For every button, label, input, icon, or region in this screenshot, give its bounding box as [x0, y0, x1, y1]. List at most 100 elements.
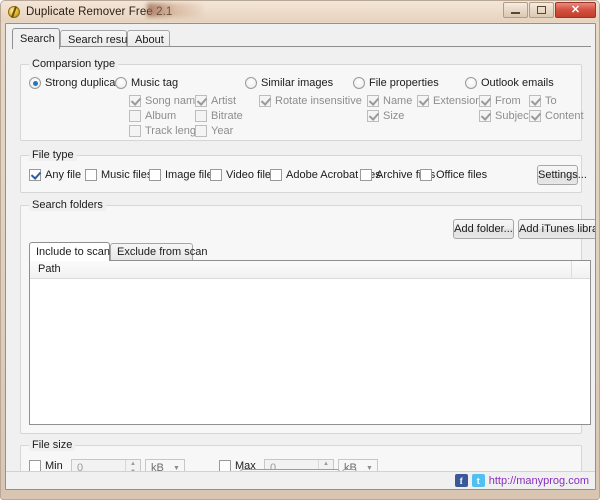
window-controls: ✕: [503, 2, 596, 18]
comparison-type-title: Comparsion type: [29, 58, 119, 70]
radio-indicator: [115, 77, 127, 89]
close-icon: ✕: [570, 3, 581, 16]
checkbox-any-file[interactable]: Any file: [29, 169, 81, 181]
radio-similar-images[interactable]: Similar images: [245, 77, 333, 89]
checkbox-to[interactable]: To: [529, 95, 557, 107]
checkbox-indicator: [360, 169, 372, 181]
paths-listbox[interactable]: Path: [29, 260, 591, 425]
checkbox-year[interactable]: Year: [195, 125, 233, 137]
checkbox-indicator: [29, 169, 41, 181]
checkbox-label: Song name: [145, 95, 202, 107]
checkbox-from[interactable]: From: [479, 95, 521, 107]
checkbox-label: Content: [545, 110, 584, 122]
checkbox-bitrate[interactable]: Bitrate: [195, 110, 243, 122]
column-header-path[interactable]: Path: [30, 261, 572, 278]
file-type-title: File type: [29, 149, 77, 161]
radio-outlook-emails[interactable]: Outlook emails: [465, 77, 554, 89]
checkbox-album[interactable]: Album: [129, 110, 176, 122]
checkbox-label: Office files: [436, 169, 488, 181]
checkbox-content[interactable]: Content: [529, 110, 584, 122]
maximize-button[interactable]: [529, 2, 554, 18]
title-bar-overlay-artifact: [147, 3, 203, 17]
radio-indicator: [29, 77, 41, 89]
checkbox-indicator: [367, 95, 379, 107]
checkbox-name[interactable]: Name: [367, 95, 412, 107]
subtab-include-to-scan[interactable]: Include to scan: [29, 242, 110, 261]
search-folders-title: Search folders: [29, 199, 106, 211]
checkbox-label: Video files: [226, 169, 277, 181]
comparison-type-group: Comparsion type Strong duplicate Music t…: [20, 58, 584, 141]
checkbox-label: Artist: [211, 95, 237, 107]
column-header-spare: [572, 261, 590, 278]
checkbox-label: Subject: [495, 110, 532, 122]
checkbox-label: Bitrate: [211, 110, 243, 122]
radio-label: Outlook emails: [481, 77, 554, 89]
tab-search[interactable]: Search: [12, 28, 60, 49]
checkbox-indicator: [259, 95, 271, 107]
checkbox-image-files[interactable]: Image files: [149, 169, 218, 181]
checkbox-label: Album: [145, 110, 177, 122]
facebook-icon[interactable]: f: [454, 474, 468, 487]
application-window: Duplicate Remover Free 2.1 ✕ Search Sear…: [0, 0, 600, 500]
checkbox-extension[interactable]: Extension: [417, 95, 481, 107]
settings-button[interactable]: Settings...: [537, 165, 587, 185]
paths-list-header: Path: [30, 261, 590, 279]
radio-indicator: [245, 77, 257, 89]
status-bar: f t http://manyprog.com: [6, 471, 595, 489]
title-bar: Duplicate Remover Free 2.1 ✕: [1, 1, 599, 22]
checkbox-rotate-insensitive[interactable]: Rotate insensitive: [259, 95, 362, 107]
radio-music-tag[interactable]: Music tag: [115, 77, 178, 89]
checkbox-label: Any file: [45, 169, 82, 181]
checkbox-indicator: [129, 95, 141, 107]
checkbox-track-length[interactable]: Track length: [129, 125, 205, 137]
checkbox-indicator: [367, 110, 379, 122]
checkbox-music-files[interactable]: Music files: [85, 169, 152, 181]
checkbox-indicator: [529, 110, 541, 122]
checkbox-video-files[interactable]: Video files: [210, 169, 277, 181]
checkbox-indicator: [195, 125, 207, 137]
checkbox-subject[interactable]: Subject: [479, 110, 532, 122]
checkbox-label: Size: [383, 110, 405, 122]
add-itunes-library-button[interactable]: Add iTunes library: [518, 219, 595, 239]
file-size-title: File size: [29, 439, 76, 451]
checkbox-label: Extension: [433, 95, 482, 107]
search-folders-group: Search folders Add folder... Add iTunes …: [20, 199, 595, 434]
radio-label: Similar images: [261, 77, 334, 89]
checkbox-label: To: [545, 95, 557, 107]
search-panel: Comparsion type Strong duplicate Music t…: [12, 47, 595, 483]
checkbox-indicator: [195, 95, 207, 107]
spinner-up-icon[interactable]: ▲: [319, 460, 333, 468]
checkbox-song-name[interactable]: Song name: [129, 95, 201, 107]
checkbox-label: Year: [211, 125, 234, 137]
checkbox-indicator: [270, 169, 282, 181]
add-folder-button[interactable]: Add folder...: [453, 219, 514, 239]
checkbox-artist[interactable]: Artist: [195, 95, 236, 107]
radio-file-properties[interactable]: File properties: [353, 77, 439, 89]
minimize-icon: [511, 11, 520, 14]
checkbox-indicator: [149, 169, 161, 181]
checkbox-indicator: [420, 169, 432, 181]
checkbox-indicator: [129, 110, 141, 122]
close-button[interactable]: ✕: [555, 2, 596, 18]
radio-strong-duplicate[interactable]: Strong duplicate: [29, 77, 125, 89]
spinner-up-icon[interactable]: ▲: [126, 460, 140, 468]
app-disc-icon: [7, 5, 21, 19]
paths-list-body[interactable]: [30, 279, 590, 424]
file-type-group: File type Any file Music files Image fil…: [20, 149, 587, 193]
checkbox-indicator: [479, 110, 491, 122]
tabstrip-divider: [12, 46, 591, 47]
client-area: Search Search result About Comparsion ty…: [5, 23, 596, 490]
checkbox-size[interactable]: Size: [367, 110, 404, 122]
checkbox-label: Music files: [101, 169, 153, 181]
website-link[interactable]: http://manyprog.com: [489, 475, 589, 487]
radio-label: File properties: [369, 77, 439, 89]
subtab-exclude-from-scan[interactable]: Exclude from scan: [110, 243, 207, 260]
checkbox-indicator: [417, 95, 429, 107]
checkbox-office-files[interactable]: Office files: [420, 169, 487, 181]
maximize-icon: [537, 6, 546, 14]
checkbox-indicator: [479, 95, 491, 107]
checkbox-label: Name: [383, 95, 413, 107]
twitter-icon[interactable]: t: [471, 474, 485, 487]
checkbox-label: From: [495, 95, 521, 107]
minimize-button[interactable]: [503, 2, 528, 18]
